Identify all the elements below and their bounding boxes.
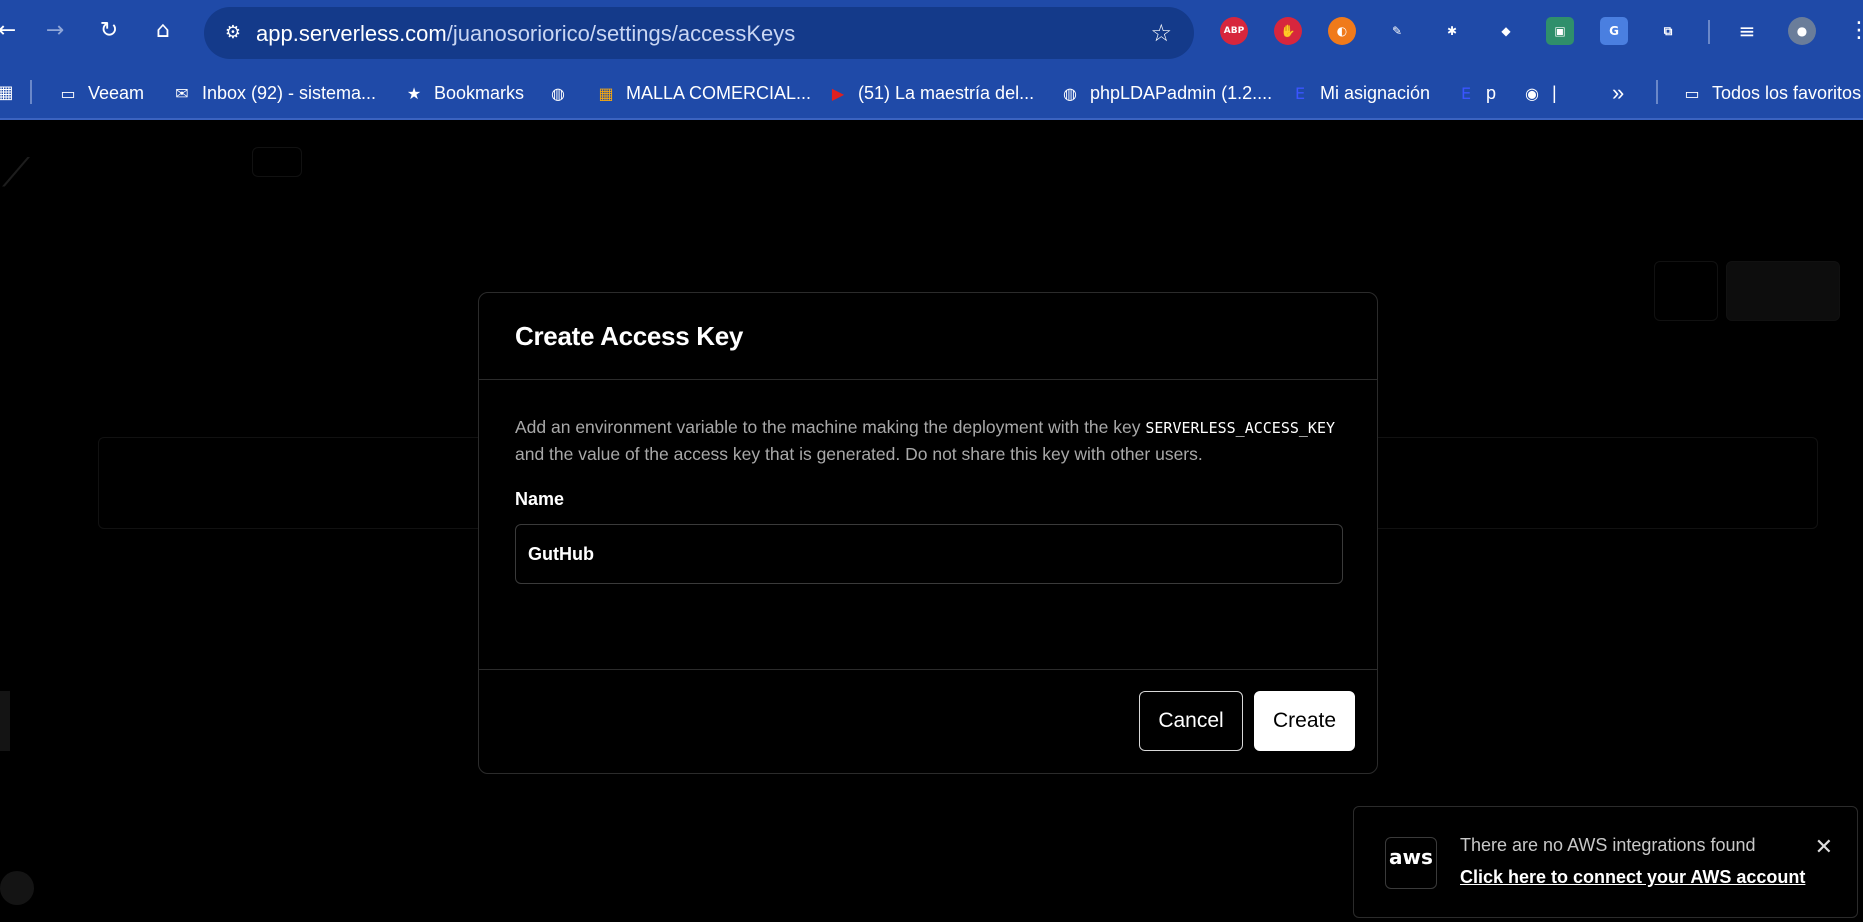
dialog-footer: Cancel Create	[479, 670, 1377, 774]
profile-avatar[interactable]: ●	[1788, 17, 1816, 45]
url-domain: app.serverless.com	[256, 21, 447, 46]
dialog-title: Create Access Key	[515, 321, 744, 351]
reload-icon[interactable]: ↻	[94, 16, 124, 46]
apps-icon[interactable]: ▦	[0, 78, 20, 108]
forward-icon[interactable]: →	[40, 16, 70, 46]
e-icon: E	[1294, 83, 1306, 103]
cancel-button[interactable]: Cancel	[1139, 691, 1243, 751]
eyedropper-icon[interactable]: ✎	[1383, 17, 1411, 45]
env-var-name: SERVERLESS_ACCESS_KEY	[1145, 419, 1336, 437]
name-input[interactable]	[515, 524, 1343, 584]
faint-shape: ⟋	[2, 151, 30, 195]
url-path: /juanosoriorico/settings/accessKeys	[446, 21, 796, 46]
bookmark-label: MALLA COMERCIAL...	[626, 82, 812, 103]
bookmark-p[interactable]: Ep	[1454, 80, 1496, 106]
url-text[interactable]: app.serverless.com/juanosoriorico/settin…	[256, 21, 795, 47]
folder-icon: ▭	[60, 83, 76, 103]
folder-icon: ▭	[1684, 83, 1700, 103]
bookmark-label: p	[1486, 82, 1497, 103]
globe-icon: ◍	[1063, 83, 1077, 103]
translate-icon[interactable]: G	[1600, 17, 1628, 45]
faint-shape	[0, 871, 34, 905]
bookmark-label: Inbox (92) - sistema...	[202, 82, 377, 103]
close-icon[interactable]: ✕	[1815, 835, 1833, 860]
wave-icon: ◉	[1525, 83, 1539, 103]
all-bookmarks-label: Todos los favoritos	[1712, 82, 1862, 103]
bookmark-veeam[interactable]: ▭ Veeam	[56, 80, 144, 106]
bookmark-youtube[interactable]: ▶ (51) La maestría del...	[826, 80, 1034, 106]
bookmarks-overflow-button[interactable]: »	[1612, 80, 1624, 106]
bookmarks-bar: ▦ ▭ Veeam ✉ Inbox (92) - sistema... ★ Bookmar…	[0, 66, 1863, 120]
bookmark-label: Bookmarks	[434, 82, 525, 103]
name-label: Name	[515, 489, 565, 509]
microsoft-icon: ▦	[598, 83, 614, 103]
star-icon: ★	[406, 83, 422, 103]
orange-extension-icon[interactable]: ◐	[1328, 17, 1356, 45]
bookmark-bookmarks[interactable]: ★ Bookmarks	[402, 80, 524, 106]
bookmark-star-icon[interactable]: ☆	[1150, 19, 1172, 47]
browser-toolbar: ← → ↻ ⌂ ⚙ app.serverless.com/juanosorior…	[0, 0, 1863, 66]
bug-extension-icon[interactable]: ✱	[1438, 17, 1466, 45]
youtube-icon: ▶	[831, 83, 845, 103]
stop-hand-icon[interactable]: ✋	[1274, 17, 1302, 45]
create-access-key-dialog: Create Access Key Add an environment var…	[478, 292, 1378, 774]
bookmark-mi-asignacion[interactable]: E Mi asignación	[1288, 80, 1430, 106]
gmail-icon: ✉	[175, 83, 189, 103]
bookmarks-divider-right	[1656, 80, 1658, 104]
bookmark-label: Veeam	[88, 82, 145, 103]
aws-integration-toast: aws There are no AWS integrations found …	[1353, 806, 1858, 918]
create-button[interactable]: Create	[1254, 691, 1355, 751]
puzzle-icon[interactable]: ⧉	[1654, 17, 1682, 45]
globe-icon: ◍	[551, 83, 565, 103]
bookmark-label: (51) La maestría del...	[858, 82, 1035, 103]
bookmark-malla[interactable]: ▦ MALLA COMERCIAL...	[594, 80, 811, 106]
bookmark-label: phpLDAPadmin (1.2....	[1090, 82, 1273, 103]
dialog-body: Add an environment variable to the machi…	[479, 380, 1377, 670]
e-icon: E	[1460, 83, 1472, 103]
all-bookmarks-folder[interactable]: ▭ Todos los favoritos	[1680, 80, 1861, 106]
screenshot-extension-icon[interactable]: ▣	[1546, 17, 1574, 45]
connect-aws-link[interactable]: Click here to connect your AWS account	[1460, 867, 1805, 888]
toolbar-divider	[1708, 20, 1710, 44]
media-control-icon[interactable]: ≡	[1732, 16, 1762, 46]
site-settings-icon[interactable]: ⚙	[220, 20, 246, 46]
description-text-before: Add an environment variable to the machi…	[515, 417, 1141, 437]
bookmark-label: |	[1552, 82, 1557, 103]
menu-icon[interactable]: ⋮	[1844, 16, 1863, 46]
faint-shape	[1726, 261, 1840, 321]
bookmark-inbox[interactable]: ✉ Inbox (92) - sistema...	[170, 80, 376, 106]
aws-logo: aws	[1385, 837, 1437, 889]
adblock-plus-icon[interactable]: ABP	[1220, 17, 1248, 45]
bookmark-phpldapadmin[interactable]: ◍ phpLDAPadmin (1.2....	[1058, 80, 1272, 106]
aws-logo-text: aws	[1389, 845, 1433, 869]
description-text-after: and the value of the access key that is …	[515, 444, 1203, 464]
address-bar[interactable]: ⚙ app.serverless.com/juanosoriorico/sett…	[204, 7, 1194, 59]
bookmark-label: Mi asignación	[1320, 82, 1431, 103]
toast-message: There are no AWS integrations found	[1460, 835, 1756, 855]
faint-shape	[0, 691, 10, 751]
bookmarks-divider	[30, 80, 32, 104]
bookmark-globe[interactable]: ◍	[546, 80, 578, 106]
back-icon[interactable]: ←	[0, 16, 22, 46]
bookmark-pipe[interactable]: ◉ |	[1520, 80, 1557, 106]
faint-shape	[1654, 261, 1718, 321]
dialog-description: Add an environment variable to the machi…	[515, 414, 1341, 467]
dialog-header: Create Access Key	[479, 293, 1377, 380]
tag-extension-icon[interactable]: ◆	[1492, 17, 1520, 45]
home-icon[interactable]: ⌂	[148, 16, 178, 46]
faint-shape	[252, 147, 302, 177]
